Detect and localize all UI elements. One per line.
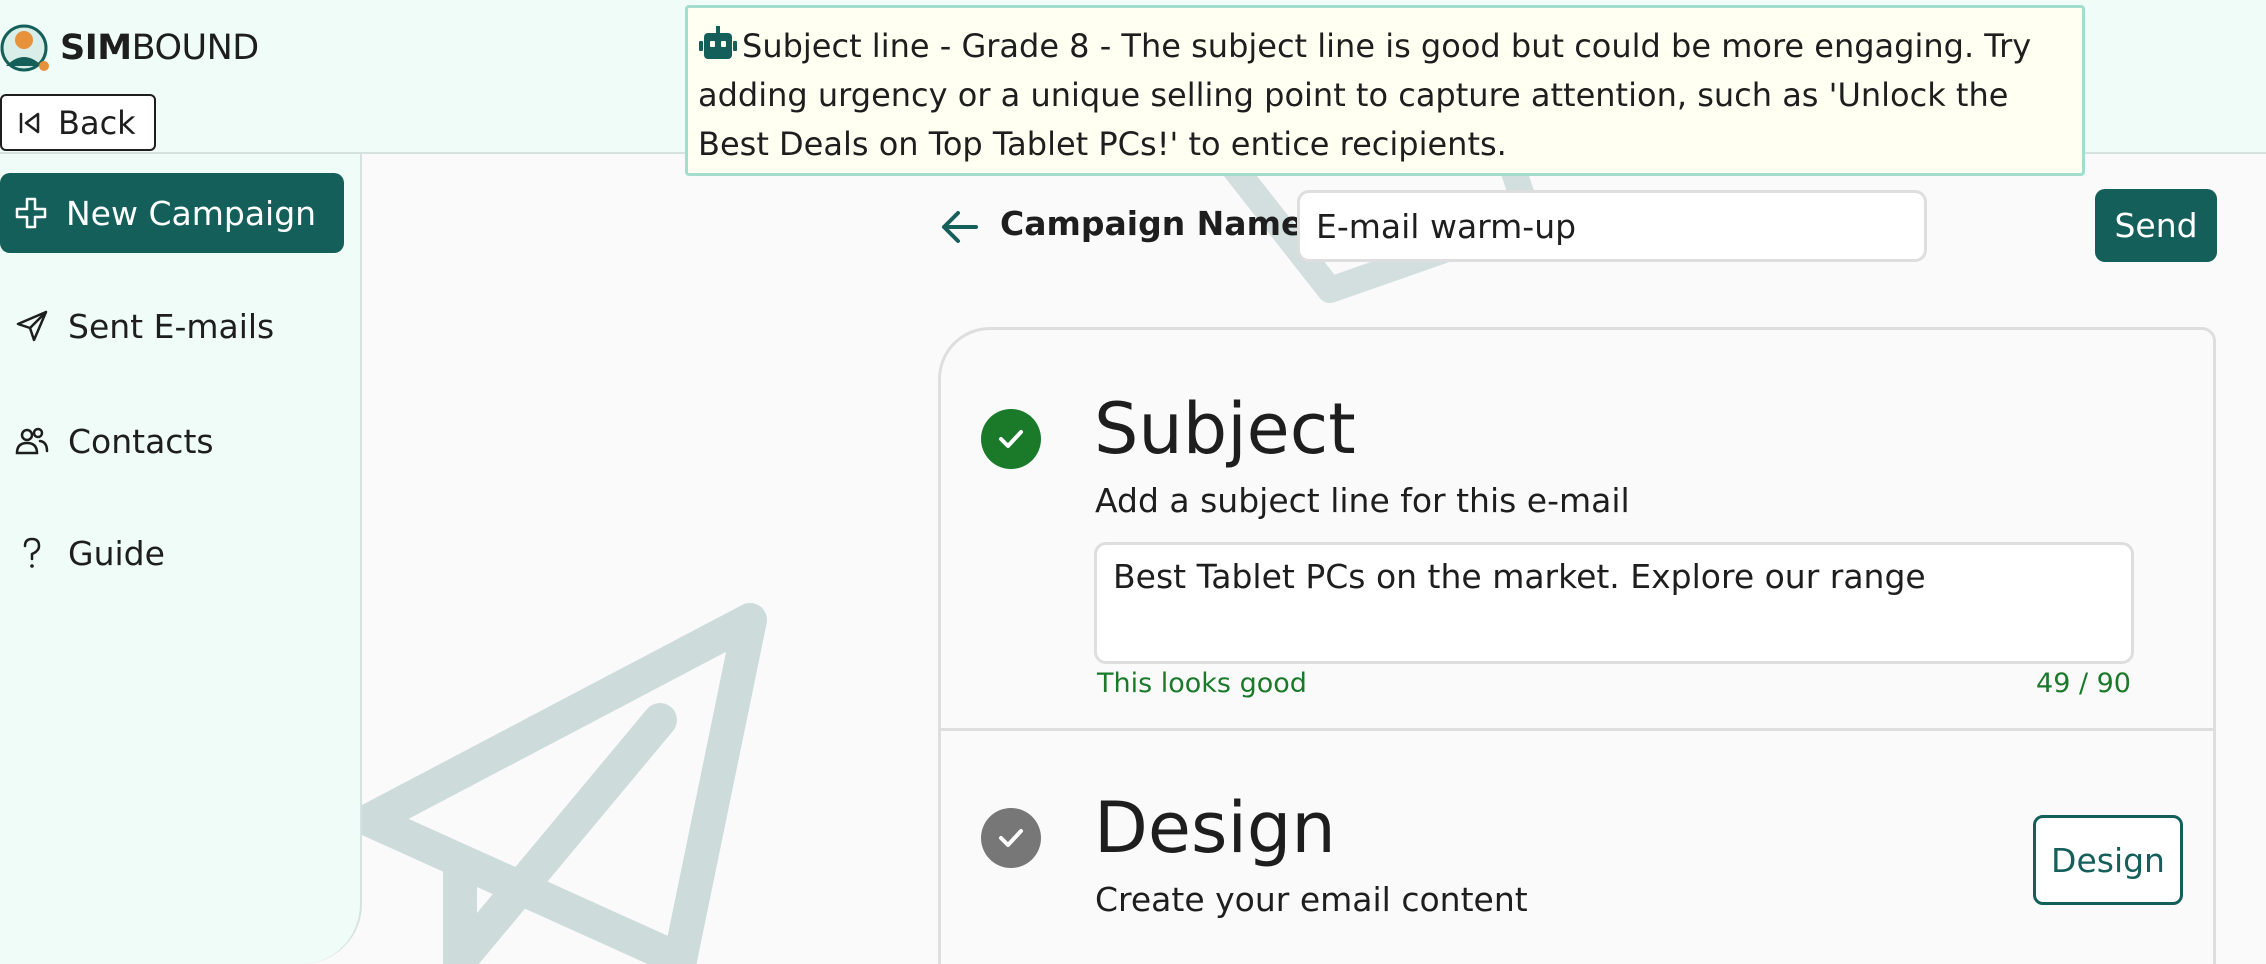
paper-plane-watermark [353,603,767,964]
sidebar-item-sent-emails[interactable]: Sent E-mails [0,291,344,361]
subject-complete-check [981,409,1041,469]
question-icon [23,537,41,568]
design-description: Create your email content [1095,880,1528,919]
logo-icon [0,24,49,72]
ai-feedback-tooltip: Subject line - Grade 8 - The subject lin… [685,5,2085,176]
plus-icon [15,197,47,229]
design-button[interactable]: Design [2033,815,2183,905]
subject-input[interactable]: Best Tablet PCs on the market. Explore o… [1094,542,2134,664]
new-campaign-button[interactable]: New Campaign [0,173,344,253]
check-icon [999,829,1023,847]
sidebar-item-label: Contacts [68,421,214,461]
subject-description: Add a subject line for this e-mail [1095,481,1630,520]
new-campaign-label: New Campaign [66,193,317,233]
subject-char-count: 49 / 90 [2036,668,2131,699]
card-divider [941,728,2213,731]
tooltip-text: Subject line - Grade 8 - The subject lin… [698,27,2032,163]
design-pending-check [981,808,1041,868]
send-icon [16,310,48,342]
skip-back-icon [19,112,40,133]
sidebar-item-guide[interactable]: Guide [0,518,344,588]
campaign-name-label: Campaign Name: [1000,204,1317,243]
brand-name: SIMBOUND [60,28,259,68]
sidebar: New Campaign Sent E-mails Contacts Guide [0,154,362,964]
design-title: Design [1094,787,1336,869]
arrow-left-icon[interactable] [938,205,982,249]
sidebar-item-contacts[interactable]: Contacts [0,406,344,476]
campaign-steps-card: Subject Add a subject line for this e-ma… [938,327,2216,964]
sidebar-item-label: Sent E-mails [68,306,275,346]
subject-hint: This looks good [1097,668,1307,699]
check-icon [999,430,1023,448]
back-label: Back [58,103,136,142]
back-button[interactable]: Back [0,94,156,151]
campaign-name-input[interactable] [1297,190,1927,262]
send-button[interactable]: Send [2095,189,2217,262]
brand-logo: SIMBOUND [0,22,259,74]
subject-title: Subject [1094,388,1356,470]
sidebar-item-label: Guide [68,533,165,573]
users-icon [15,427,49,455]
robot-icon [699,26,737,59]
